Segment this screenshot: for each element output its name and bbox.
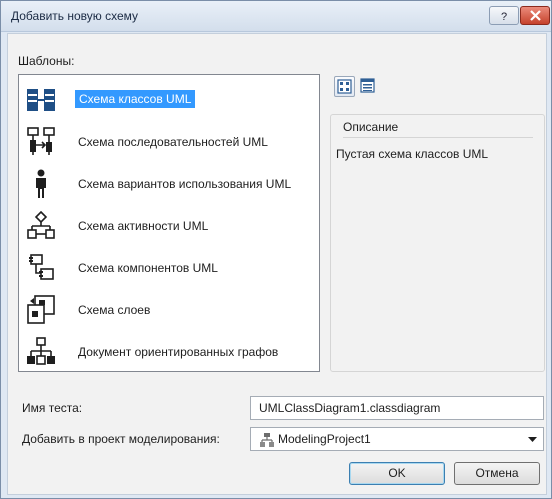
close-icon [530,10,541,21]
list-view-icon [360,78,375,93]
templates-label: Шаблоны: [18,54,75,68]
component-diagram-icon [29,254,54,280]
template-label: Схема компонентов UML [78,261,218,275]
template-item-directed-graph[interactable]: Документ ориентированных графов [26,337,312,367]
directed-graph-icon [27,337,55,365]
description-header: Описание [343,120,399,134]
name-input[interactable]: UMLClassDiagram1.classdiagram [250,396,544,420]
dialog-body: Шаблоны: Схема классов UML Схема последо… [7,33,547,495]
template-label: Схема слоев [78,303,151,317]
activity-diagram-icon [27,211,55,239]
template-item-class-diagram[interactable]: Схема классов UML [26,85,312,115]
svg-text:?: ? [501,11,507,21]
template-item-use-case-diagram[interactable]: Схема вариантов использования UML [26,169,312,199]
large-icons-view-icon [337,79,352,94]
project-label: Добавить в проект моделирования: [22,432,220,446]
modeling-project-icon [260,433,274,447]
chevron-down-icon[interactable] [528,437,537,443]
template-item-activity-diagram[interactable]: Схема активности UML [26,211,312,241]
template-label: Схема активности UML [78,219,209,233]
list-view-button[interactable] [358,76,379,97]
sequence-diagram-icon [27,127,55,155]
large-icons-view-button[interactable] [334,76,355,97]
use-case-diagram-icon [36,169,46,198]
description-divider [343,137,533,138]
help-button[interactable]: ? [489,6,519,25]
templates-list[interactable]: Схема классов UML Схема последовательнос… [18,74,320,372]
project-select[interactable]: ModelingProject1 [250,427,544,451]
cancel-button[interactable]: Отмена [454,462,540,485]
template-item-layer-diagram[interactable]: Схема слоев [26,295,312,325]
layer-diagram-icon [27,295,55,324]
description-text: Пустая схема классов UML [336,147,489,161]
title-bar: Добавить новую схему ? [1,1,551,32]
description-panel: Описание Пустая схема классов UML [330,114,545,372]
add-diagram-dialog: Добавить новую схему ? Шаблоны: Схема кл… [0,0,552,499]
template-label: Документ ориентированных графов [78,345,279,359]
template-label: Схема вариантов использования UML [78,177,292,191]
window-title: Добавить новую схему [11,9,139,23]
name-label: Имя теста: [22,401,83,415]
close-button[interactable] [520,6,550,25]
ok-button[interactable]: OK [349,462,445,485]
template-item-sequence-diagram[interactable]: Схема последовательностей UML [26,127,312,157]
project-select-value: ModelingProject1 [278,432,371,446]
template-label: Схема классов UML [75,90,196,108]
name-input-value: UMLClassDiagram1.classdiagram [259,401,441,415]
class-diagram-icon [27,89,55,111]
template-item-component-diagram[interactable]: Схема компонентов UML [26,253,312,283]
template-label: Схема последовательностей UML [78,135,268,149]
help-icon: ? [501,11,507,21]
